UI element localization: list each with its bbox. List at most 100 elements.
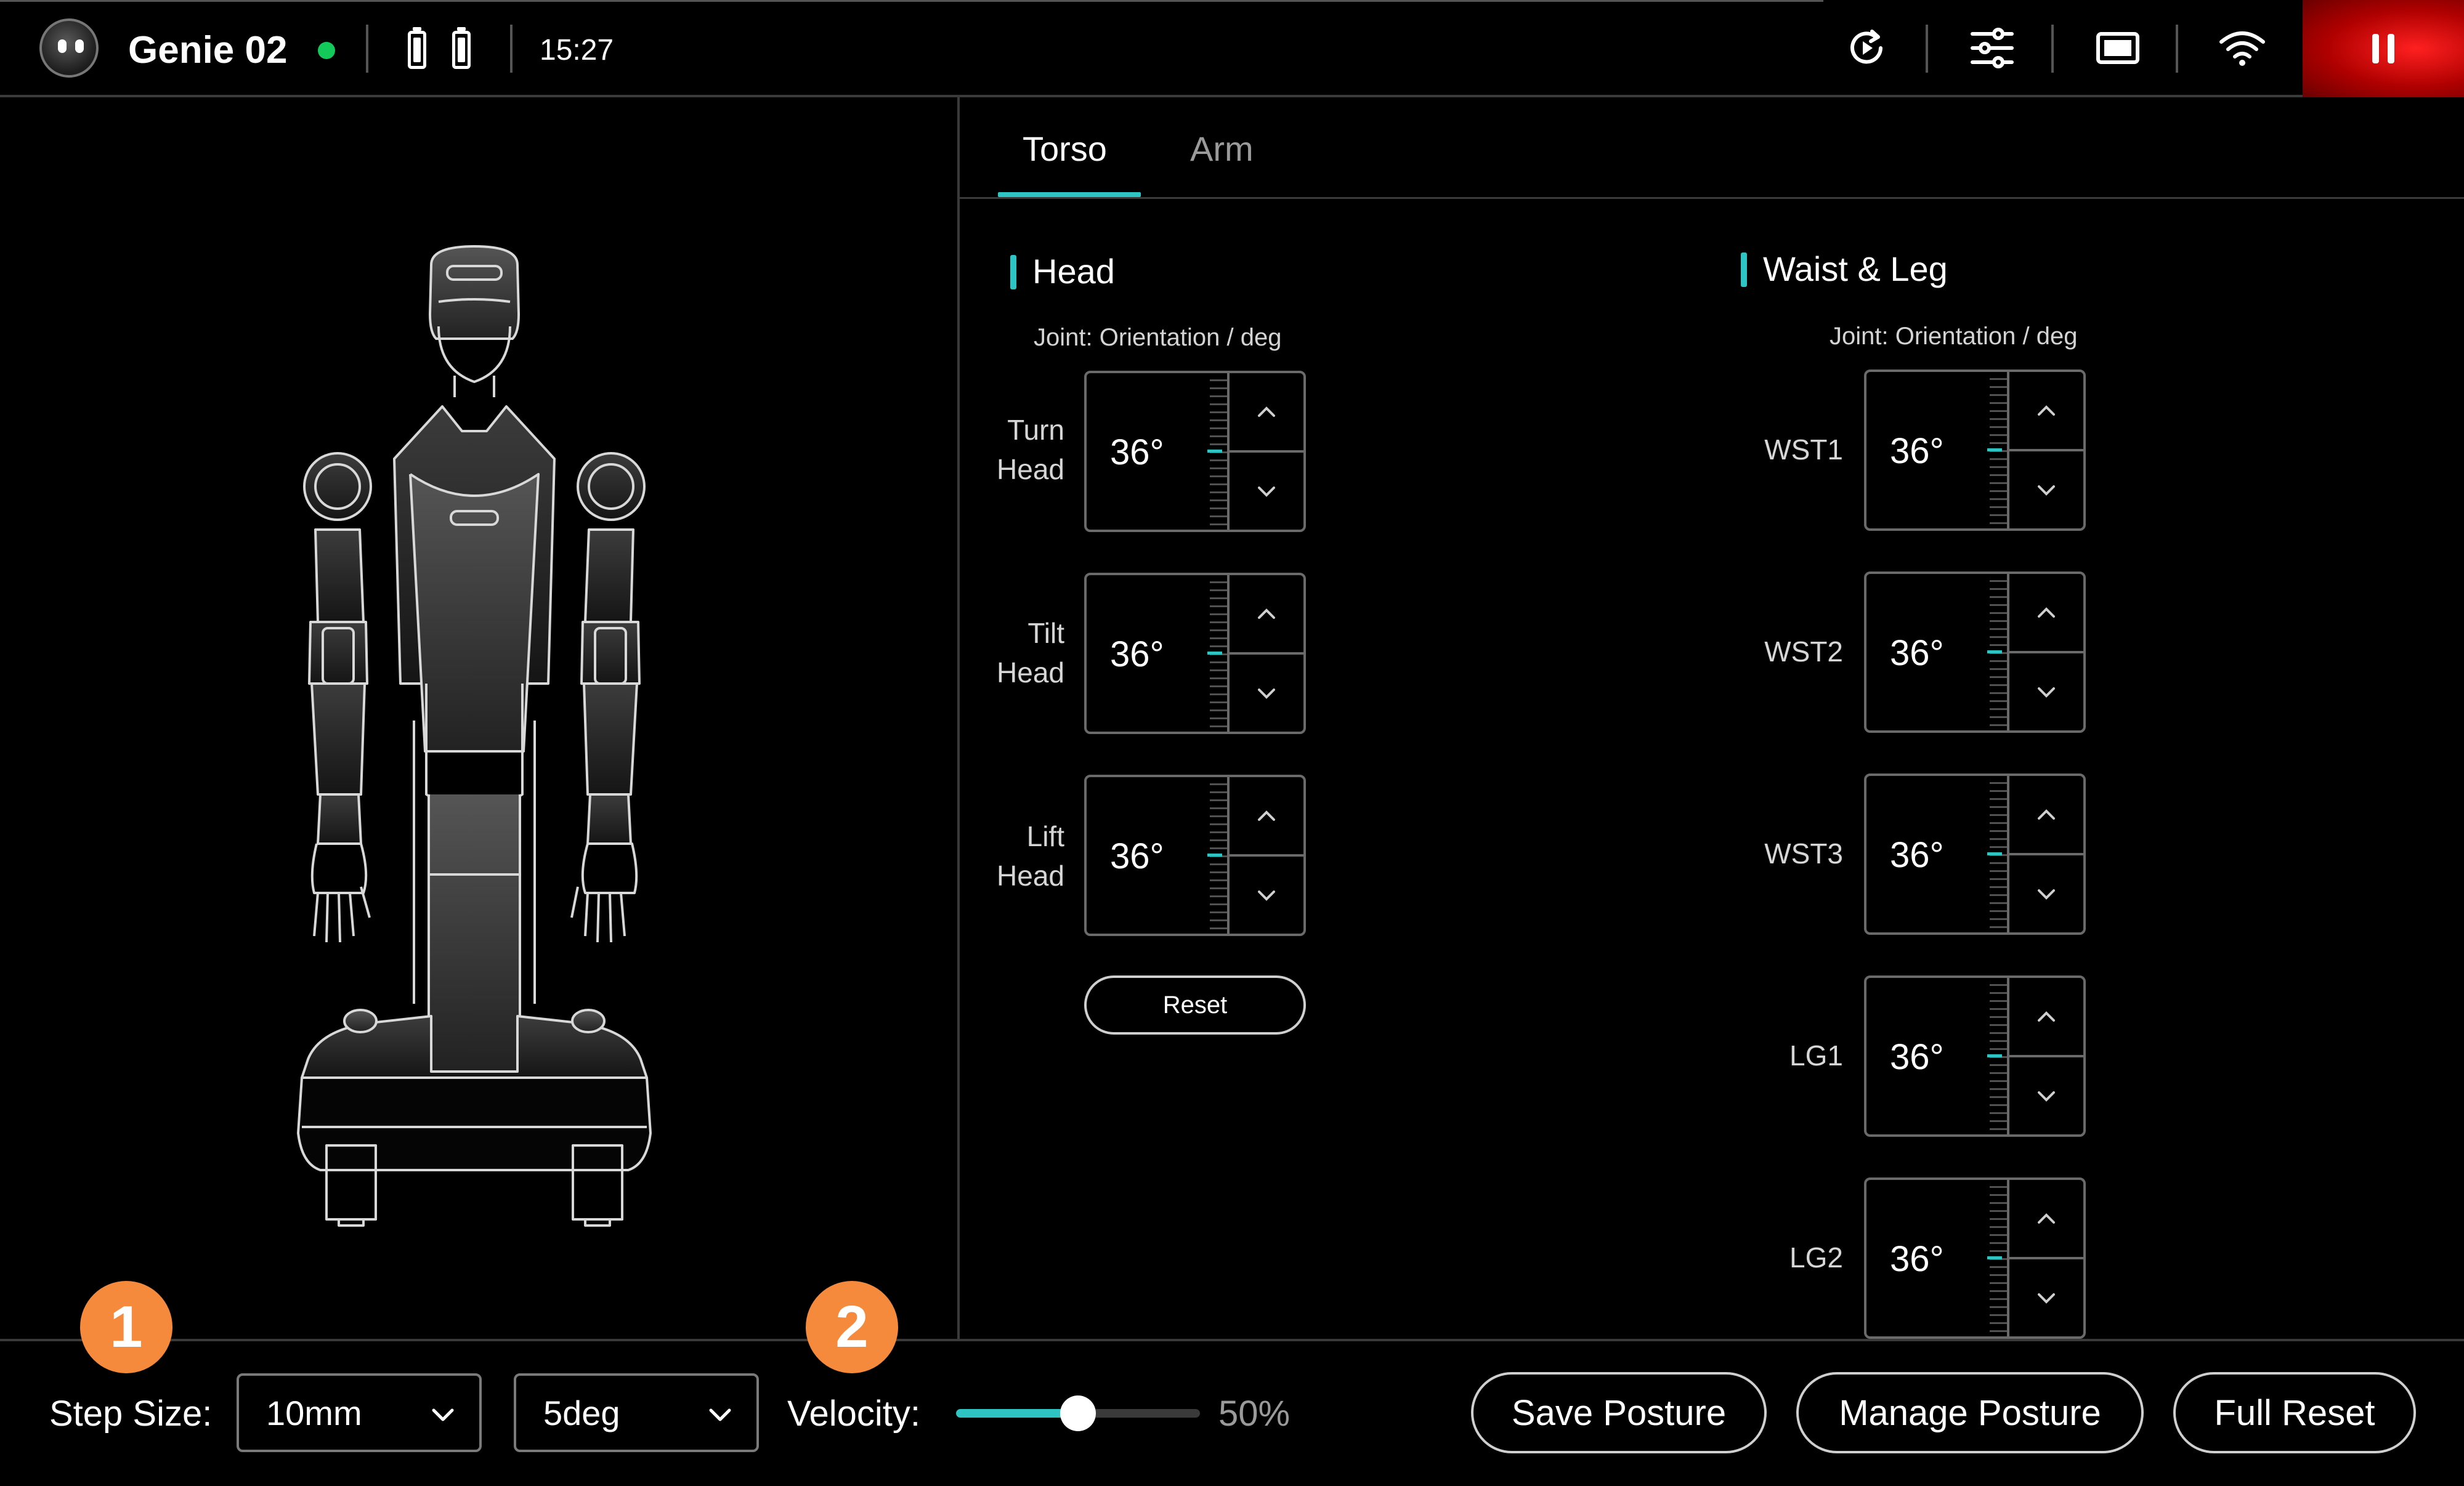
chevron-up-icon	[1258, 608, 1275, 619]
head-section-title: Head	[1032, 252, 1115, 291]
chevron-up-icon	[2038, 1213, 2055, 1224]
battery-icon	[408, 27, 426, 69]
increment-button[interactable]	[1230, 777, 1303, 854]
linear-step-select[interactable]: 10mm	[237, 1373, 482, 1452]
increment-button[interactable]	[2009, 776, 2083, 853]
annotation-badge-1: 1	[80, 1281, 172, 1373]
robot-illustration	[283, 240, 665, 1235]
joint-label-tilt-head: Tilt Head	[997, 617, 1064, 688]
joint-label-wst1: WST1	[1764, 434, 1843, 466]
joint-value: 36°	[1890, 633, 1944, 673]
tabs-divider	[960, 197, 2464, 199]
velocity-slider-thumb[interactable]	[1060, 1395, 1096, 1431]
chevron-down-icon	[1258, 486, 1275, 497]
chevron-down-icon	[1258, 890, 1275, 901]
joint-label-lift-head: Lift Head	[997, 820, 1064, 892]
tab-arm[interactable]: Arm	[1190, 123, 1254, 175]
joint-label-wst2: WST2	[1764, 636, 1843, 668]
top-edge-line	[0, 0, 1823, 2]
waist-leg-joint-hint: Joint: Orientation / deg	[1830, 323, 2078, 350]
chevron-down-icon	[2038, 485, 2055, 496]
chevron-down-icon	[2038, 1293, 2055, 1304]
joint-value: 36°	[1110, 634, 1164, 674]
lg1-stepper[interactable]: 36°	[1864, 975, 2086, 1137]
wifi-icon[interactable]	[2218, 23, 2267, 73]
decrement-button[interactable]	[2009, 1259, 2083, 1336]
angular-step-value: 5deg	[543, 1394, 620, 1432]
joint-label-lg1: LG1	[1789, 1040, 1843, 1072]
turn-head-stepper[interactable]: 36°	[1084, 371, 1306, 532]
lg2-stepper[interactable]: 36°	[1864, 1177, 2086, 1339]
chevron-up-icon	[1258, 406, 1275, 417]
joint-value: 36°	[1890, 1037, 1944, 1077]
battery-icon	[452, 27, 471, 69]
bottom-bar-divider	[0, 1339, 2464, 1341]
section-marker	[1741, 252, 1747, 287]
online-status-icon	[318, 42, 335, 59]
joint-value: 36°	[1890, 431, 1944, 471]
decrement-button[interactable]	[1230, 453, 1303, 530]
increment-button[interactable]	[2009, 574, 2083, 651]
save-posture-button[interactable]: Save Posture	[1471, 1372, 1767, 1453]
head-joint-hint: Joint: Orientation / deg	[1034, 324, 1282, 351]
screen-icon[interactable]	[2093, 23, 2142, 73]
chevron-down-icon	[709, 1408, 731, 1421]
joint-label-turn-head: Turn Head	[997, 414, 1064, 485]
divider	[2051, 25, 2054, 73]
annotation-badge-2: 2	[806, 1281, 898, 1373]
divider	[366, 25, 368, 73]
chevron-up-icon	[2038, 1011, 2055, 1022]
wst1-stepper[interactable]: 36°	[1864, 369, 2086, 531]
velocity-label: Velocity:	[787, 1394, 920, 1434]
section-marker	[1010, 255, 1016, 289]
tilt-head-stepper[interactable]: 36°	[1084, 573, 1306, 734]
head-reset-button[interactable]: Reset	[1084, 975, 1306, 1035]
decrement-button[interactable]	[2009, 451, 2083, 528]
divider	[510, 25, 513, 73]
linear-step-value: 10mm	[266, 1394, 362, 1432]
chevron-down-icon	[1258, 688, 1275, 699]
chevron-down-icon	[432, 1408, 454, 1421]
pause-button[interactable]	[2303, 0, 2464, 97]
full-reset-button[interactable]: Full Reset	[2173, 1372, 2416, 1453]
decrement-button[interactable]	[2009, 653, 2083, 730]
waist-leg-section-title: Waist & Leg	[1763, 249, 1948, 288]
chevron-up-icon	[2038, 809, 2055, 820]
manage-posture-button[interactable]: Manage Posture	[1796, 1372, 2144, 1453]
angular-step-select[interactable]: 5deg	[514, 1373, 759, 1452]
increment-button[interactable]	[1230, 373, 1303, 450]
joint-label-lg2: LG2	[1789, 1242, 1843, 1274]
decrement-button[interactable]	[2009, 855, 2083, 932]
chevron-up-icon	[2038, 405, 2055, 416]
decrement-button[interactable]	[1230, 655, 1303, 732]
joint-label-wst3: WST3	[1764, 838, 1843, 870]
divider	[1926, 25, 1928, 73]
lift-head-stepper[interactable]: 36°	[1084, 775, 1306, 936]
replay-icon[interactable]	[1842, 23, 1891, 73]
robot-logo-icon	[39, 18, 99, 78]
step-size-label: Step Size:	[49, 1394, 213, 1434]
decrement-button[interactable]	[2009, 1057, 2083, 1134]
increment-button[interactable]	[2009, 978, 2083, 1055]
chevron-up-icon	[2038, 607, 2055, 618]
robot-name: Genie 02	[128, 29, 288, 71]
increment-button[interactable]	[2009, 1180, 2083, 1257]
chevron-up-icon	[1258, 810, 1275, 821]
clock: 15:27	[540, 34, 614, 67]
divider	[2176, 25, 2178, 73]
wst3-stepper[interactable]: 36°	[1864, 773, 2086, 935]
active-tab-indicator	[998, 192, 1141, 197]
chevron-down-icon	[2038, 889, 2055, 900]
settings-sliders-icon[interactable]	[1968, 23, 2017, 73]
increment-button[interactable]	[1230, 575, 1303, 652]
increment-button[interactable]	[2009, 372, 2083, 449]
velocity-percent: 50%	[1218, 1394, 1291, 1434]
joint-value: 36°	[1890, 1239, 1944, 1279]
pause-icon	[2372, 34, 2394, 63]
chevron-down-icon	[2038, 687, 2055, 698]
decrement-button[interactable]	[1230, 857, 1303, 934]
tab-torso[interactable]: Torso	[1023, 123, 1107, 175]
joint-value: 36°	[1110, 432, 1164, 472]
joint-value: 36°	[1110, 836, 1164, 876]
wst2-stepper[interactable]: 36°	[1864, 571, 2086, 733]
